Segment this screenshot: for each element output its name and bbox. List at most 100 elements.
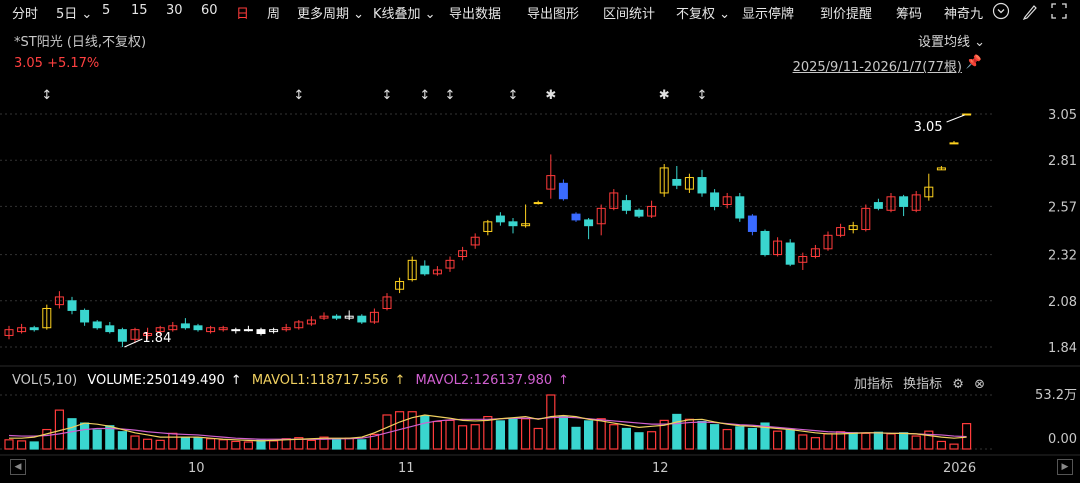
- volume-bar: [823, 433, 833, 450]
- volume-bar: [105, 425, 115, 450]
- switch-indicator-button[interactable]: 换指标: [903, 377, 942, 392]
- event-marker: ↕: [445, 88, 456, 103]
- volume-bar: [558, 416, 569, 450]
- volume-bar: [722, 428, 732, 450]
- x-label: 10: [188, 461, 205, 476]
- candle-body: [256, 329, 266, 335]
- candle-body: [508, 221, 518, 227]
- volume-bar: [193, 437, 203, 450]
- volume-bar: [432, 420, 442, 450]
- candle-body: [899, 196, 909, 207]
- volume-indicator-name[interactable]: VOL(5,10): [12, 373, 77, 388]
- volume-bar: [709, 424, 720, 450]
- volume-header: VOL(5,10) VOLUME:250149.490 ↑ MAVOL1:1187…: [12, 373, 575, 388]
- volume-bar: [92, 429, 102, 450]
- volume-bar: [911, 435, 921, 450]
- candle-body: [672, 178, 682, 186]
- price-axis-label: 2.81: [1048, 154, 1077, 169]
- volume-bar: [79, 422, 90, 450]
- kline-chart[interactable]: 3.05 2.81 2.57 2.32 2.08 1.84 53.2万 0.00 ↕ ↕ ↕ ↕ ↕ ↕ ✱…: [0, 0, 1080, 483]
- candle-body: [67, 300, 77, 311]
- add-indicator-button[interactable]: 加指标: [854, 377, 893, 392]
- gear-icon[interactable]: ⚙: [952, 377, 964, 392]
- volume-bar: [583, 420, 594, 450]
- volume-bar: [155, 439, 165, 450]
- price-axis-label: 2.08: [1048, 295, 1077, 310]
- volume-bar: [168, 432, 178, 450]
- volume-bar: [495, 420, 505, 450]
- volume-bar: [533, 427, 543, 450]
- volume-value: VOLUME:250149.490: [87, 373, 225, 388]
- event-marker: ✱: [545, 88, 556, 103]
- volume-bar: [4, 439, 14, 450]
- candle-body: [231, 329, 241, 332]
- candle-body: [357, 315, 367, 323]
- arrow-up-icon: ↑: [394, 373, 406, 388]
- volume-bar: [458, 425, 468, 450]
- volume-bar: [17, 440, 27, 450]
- event-marker: ↕: [293, 88, 304, 103]
- candle-body: [710, 192, 720, 207]
- candle-body: [117, 329, 127, 342]
- candle-body: [80, 309, 90, 323]
- x-label: 12: [652, 461, 669, 476]
- volume-bar: [130, 435, 140, 450]
- event-marker: ↕: [508, 88, 519, 103]
- event-marker: ↕: [419, 88, 430, 103]
- volume-bar: [420, 415, 430, 450]
- volume-bar: [747, 427, 758, 450]
- candle-body: [621, 200, 631, 211]
- candle-body: [332, 315, 342, 319]
- volume-bar: [634, 432, 644, 450]
- candle-body: [785, 242, 795, 265]
- scroll-right-button[interactable]: ▶: [1057, 459, 1073, 475]
- volume-bar: [206, 438, 216, 450]
- high-label: 3.05: [914, 120, 943, 135]
- candle-body: [571, 213, 581, 221]
- candle-body: [495, 215, 505, 223]
- candle-body: [180, 323, 190, 329]
- candle-body: [92, 321, 102, 329]
- volume-bar: [445, 419, 455, 450]
- volume-bar: [470, 424, 480, 450]
- volume-bar: [29, 441, 39, 450]
- volume-buttons: 加指标 换指标 ⚙ ⊗: [848, 373, 985, 392]
- candle-body: [760, 230, 770, 256]
- volume-bar: [785, 428, 795, 450]
- volume-bar: [936, 440, 947, 450]
- close-icon[interactable]: ⊗: [974, 377, 985, 392]
- volume-bar: [646, 431, 657, 450]
- arrow-up-icon: ↑: [230, 373, 242, 388]
- volume-bar: [243, 441, 253, 450]
- volume-bar: [269, 440, 279, 450]
- volume-bar: [621, 427, 632, 450]
- volume-bar: [508, 417, 518, 450]
- volume-bar: [861, 432, 871, 450]
- volume-bar: [772, 430, 783, 450]
- volume-bar: [67, 418, 77, 450]
- candle-body: [105, 325, 115, 333]
- volume-bar: [117, 431, 128, 450]
- volume-bar: [42, 428, 52, 450]
- event-marker: ↕: [697, 88, 708, 103]
- volume-bar: [256, 439, 266, 450]
- volume-bar: [672, 413, 682, 450]
- volume-bar: [609, 424, 619, 450]
- candle-body: [634, 209, 644, 217]
- volume-axis-label: 53.2万: [1035, 388, 1077, 403]
- volume-bar: [231, 440, 241, 450]
- volume-bar: [218, 439, 228, 450]
- volume-axis-label: 0.00: [1048, 432, 1077, 447]
- volume-bar: [886, 433, 896, 450]
- volume-bar: [546, 394, 556, 450]
- price-axis-label: 2.32: [1048, 249, 1077, 264]
- arrow-up-icon: ↑: [558, 373, 570, 388]
- candle-body: [193, 325, 203, 331]
- volume-bar: [520, 418, 531, 450]
- scroll-left-button[interactable]: ◀: [10, 459, 26, 475]
- x-label: 2026: [943, 461, 977, 476]
- candle-body: [584, 219, 594, 227]
- mavol1-value: MAVOL1:118717.556: [251, 373, 389, 388]
- candle-body: [873, 202, 883, 209]
- volume-bar: [898, 432, 909, 450]
